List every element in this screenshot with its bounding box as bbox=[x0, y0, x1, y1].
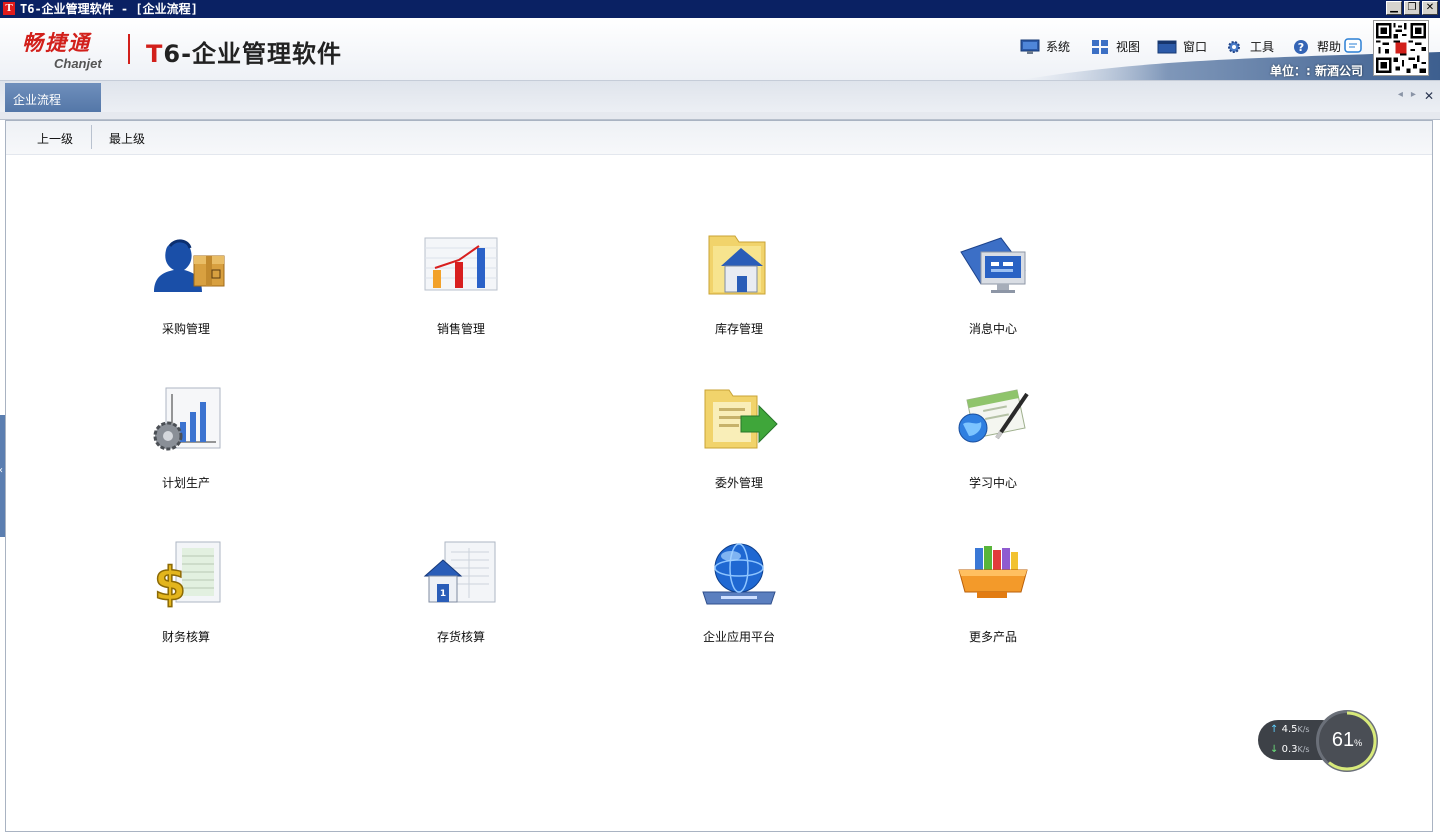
up-one-level-button[interactable]: 上一级 bbox=[37, 130, 73, 147]
app-header: 畅捷通 Chanjet T6-企业管理软件 系统 视图 窗口 工具 ? 帮助 单… bbox=[0, 18, 1440, 80]
help-icon: ? bbox=[1294, 39, 1308, 54]
menu-tools[interactable]: 工具 bbox=[1224, 38, 1274, 55]
product-name: T6-企业管理软件 bbox=[146, 34, 342, 69]
module-message-center-label: 消息中心 bbox=[968, 322, 1017, 336]
learning-globe-pen-icon bbox=[958, 389, 1029, 443]
product-name-rest: 6-企业管理软件 bbox=[163, 40, 343, 68]
download-speed-value: 0.3 bbox=[1281, 744, 1298, 755]
top-level-button[interactable]: 最上级 bbox=[109, 130, 145, 147]
message-center-monitor-icon bbox=[960, 237, 1026, 293]
memory-usage-gauge: 61% bbox=[1316, 710, 1378, 772]
arrow-left-icon[interactable]: ◂ bbox=[1398, 89, 1403, 103]
close-icon[interactable]: ✕ bbox=[1424, 89, 1434, 103]
window-icon bbox=[1157, 40, 1177, 53]
tab-enterprise-flow[interactable]: 企业流程 bbox=[5, 83, 101, 112]
module-stock-accounting[interactable]: 1 存货核算 bbox=[401, 540, 521, 645]
document-tab-bar: 企业流程 ◂ ▸ ✕ bbox=[0, 80, 1440, 112]
memory-usage-percent: 61% bbox=[1319, 729, 1375, 752]
toolbar-divider bbox=[91, 125, 92, 149]
module-stock-accounting-label: 存货核算 bbox=[436, 630, 485, 644]
finance-dollar-icon: $ bbox=[153, 541, 221, 608]
module-more-products-label: 更多产品 bbox=[968, 630, 1017, 644]
module-production-plan-label: 计划生产 bbox=[161, 476, 210, 490]
module-finance[interactable]: $ 财务核算 bbox=[126, 540, 246, 645]
module-learning-center[interactable]: 学习中心 bbox=[933, 386, 1053, 491]
menu-window[interactable]: 窗口 bbox=[1157, 38, 1207, 55]
module-outsource[interactable]: 委外管理 bbox=[679, 386, 799, 491]
svg-text:1: 1 bbox=[440, 589, 446, 599]
product-name-t: T bbox=[146, 40, 164, 68]
menu-view-label: 视图 bbox=[1116, 40, 1141, 54]
brand-chinese-name: 畅捷通 bbox=[22, 30, 91, 55]
menu-system[interactable]: 系统 bbox=[1020, 38, 1070, 55]
outsource-folder-arrow-icon bbox=[704, 389, 778, 449]
module-sales[interactable]: 销售管理 bbox=[401, 232, 521, 337]
unit-label: 单位：: 新酒公司 bbox=[1270, 64, 1363, 78]
more-products-books-icon bbox=[958, 546, 1028, 598]
memory-usage-value: 61 bbox=[1331, 729, 1355, 751]
download-speed: ↓ 0.3K/s bbox=[1270, 744, 1310, 755]
inventory-folder-house-icon bbox=[708, 235, 766, 295]
menu-tools-label: 工具 bbox=[1250, 40, 1275, 54]
menu-view[interactable]: 视图 bbox=[1090, 38, 1140, 55]
gear-tools-icon bbox=[1228, 40, 1240, 53]
module-application-platform[interactable]: 企业应用平台 bbox=[679, 540, 799, 645]
module-inventory[interactable]: 库存管理 bbox=[679, 232, 799, 337]
upload-speed-value: 4.5 bbox=[1281, 724, 1298, 735]
menu-help-label: 帮助 bbox=[1317, 40, 1342, 54]
network-speed-widget[interactable]: ↑ 4.5K/s ↓ 0.3K/s 61% bbox=[1258, 710, 1380, 772]
platform-globe-icon bbox=[702, 543, 776, 605]
stock-accounting-house-icon: 1 bbox=[423, 541, 496, 603]
window-controls: ▁ ❐ ✕ bbox=[1386, 1, 1438, 15]
download-arrow-icon: ↓ bbox=[1270, 744, 1279, 755]
brand-logo: 畅捷通 Chanjet bbox=[22, 30, 102, 72]
restore-icon[interactable]: ❐ bbox=[1404, 1, 1420, 15]
menu-help[interactable]: ? 帮助 bbox=[1291, 38, 1341, 55]
module-learning-center-label: 学习中心 bbox=[968, 476, 1017, 490]
brand-divider bbox=[128, 34, 130, 64]
close-icon[interactable]: ✕ bbox=[1422, 1, 1438, 15]
upload-speed-unit: K/s bbox=[1297, 725, 1310, 734]
memory-usage-sign: % bbox=[1354, 738, 1363, 748]
module-purchase[interactable]: 采购管理 bbox=[126, 232, 246, 337]
menu-system-label: 系统 bbox=[1046, 40, 1071, 54]
chat-icon[interactable] bbox=[1344, 38, 1362, 54]
module-message-center[interactable]: 消息中心 bbox=[933, 232, 1053, 337]
download-speed-unit: K/s bbox=[1297, 745, 1310, 754]
menu-window-label: 窗口 bbox=[1183, 40, 1208, 54]
module-finance-label: 财务核算 bbox=[161, 630, 210, 644]
svg-text:?: ? bbox=[1298, 41, 1304, 54]
svg-text:$: $ bbox=[154, 557, 186, 608]
brand-english-name: Chanjet bbox=[54, 56, 102, 71]
window-title: T6-企业管理软件 - [企业流程] bbox=[20, 2, 198, 16]
minimize-icon[interactable]: ▁ bbox=[1386, 1, 1402, 15]
module-outsource-label: 委外管理 bbox=[714, 476, 763, 490]
production-plan-gear-chart-icon bbox=[153, 387, 221, 451]
monitor-icon bbox=[1020, 39, 1040, 54]
upload-arrow-icon: ↑ bbox=[1270, 724, 1279, 735]
module-inventory-label: 库存管理 bbox=[714, 322, 763, 336]
purchase-person-box-icon bbox=[154, 239, 225, 292]
module-more-products[interactable]: 更多产品 bbox=[933, 540, 1053, 645]
module-sales-label: 销售管理 bbox=[436, 322, 485, 336]
module-application-platform-label: 企业应用平台 bbox=[702, 630, 775, 644]
navigation-toolbar: 上一级 最上级 bbox=[6, 121, 1432, 155]
tab-content-divider bbox=[0, 112, 1440, 120]
arrow-right-icon[interactable]: ▸ bbox=[1411, 89, 1416, 103]
window-title-bar: T T6-企业管理软件 - [企业流程] ▁ ❐ ✕ bbox=[0, 0, 1440, 18]
tab-navigation: ◂ ▸ ✕ bbox=[1398, 89, 1434, 103]
sales-bar-chart-icon bbox=[424, 237, 498, 291]
qr-code-icon bbox=[1373, 20, 1429, 76]
app-logo-icon: T bbox=[3, 2, 15, 15]
upload-speed: ↑ 4.5K/s bbox=[1270, 724, 1310, 735]
module-production-plan[interactable]: 计划生产 bbox=[126, 386, 246, 491]
module-purchase-label: 采购管理 bbox=[161, 322, 210, 336]
grid-view-icon bbox=[1092, 39, 1108, 54]
